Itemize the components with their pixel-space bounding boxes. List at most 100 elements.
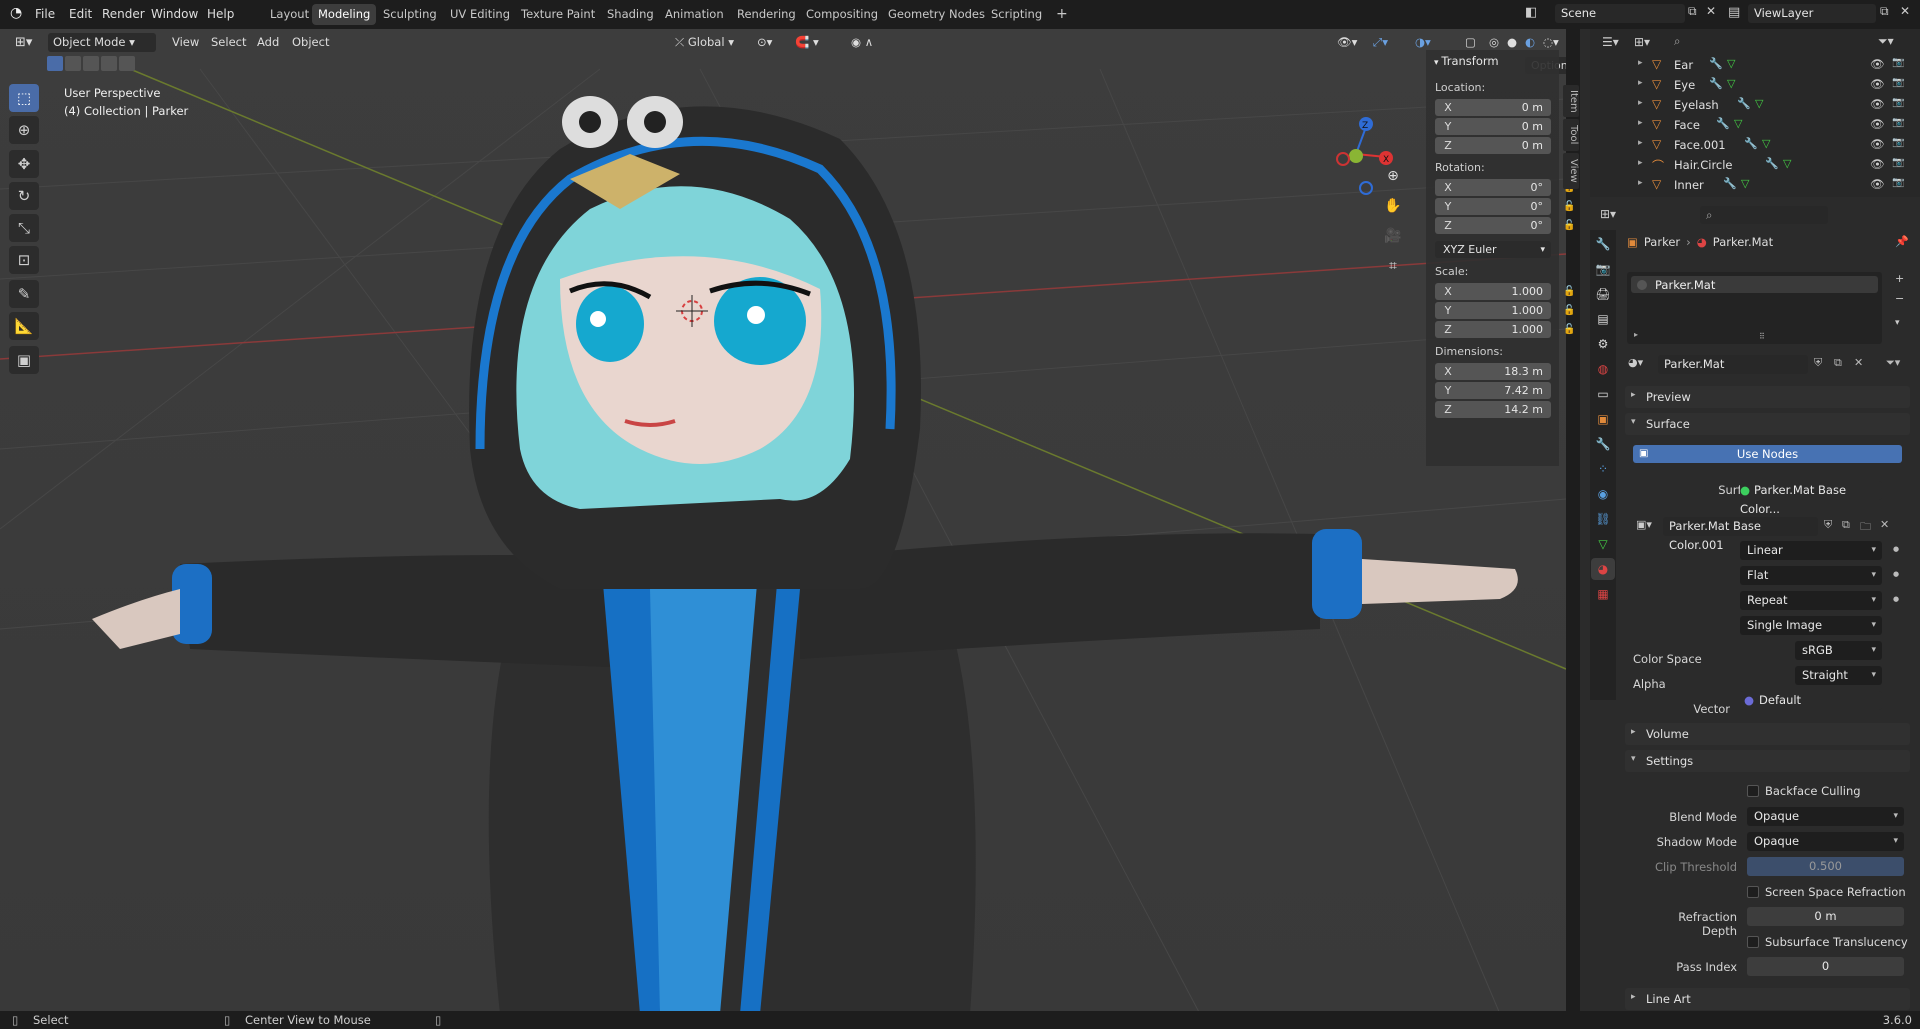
scene-icon[interactable]: ◧ [1525, 5, 1537, 20]
visibility-eye-icon[interactable]: 👁 [1870, 137, 1885, 151]
render-camera-icon[interactable]: 📷 [1892, 177, 1904, 188]
modifier-props-tab-icon[interactable]: 🔧 [1591, 433, 1615, 455]
mode-dropdown[interactable]: Object Mode ▾ [48, 33, 156, 52]
pivot-icon[interactable]: ⊙▾ [752, 33, 777, 52]
display-mode-icon[interactable]: ⊞▾ [1634, 35, 1650, 49]
render-camera-icon[interactable]: 📷 [1892, 97, 1904, 108]
visibility-icon[interactable]: 👁▾ [1332, 33, 1362, 52]
surface-link-field[interactable]: ● Parker.Mat Base Color... [1740, 481, 1882, 516]
measure-tool-icon[interactable]: 📐 [9, 312, 39, 340]
tab-animation[interactable]: Animation [659, 4, 730, 25]
refraction-depth-field[interactable]: 0 m [1747, 907, 1904, 926]
scale-tool-icon[interactable]: ⤡ [9, 214, 39, 242]
particles-props-tab-icon[interactable]: ⁘ [1591, 458, 1615, 480]
expand-triangle-icon[interactable]: ▸ [1638, 78, 1643, 88]
visibility-eye-icon[interactable]: 👁 [1870, 177, 1885, 191]
pass-index-field[interactable]: 0 [1747, 957, 1904, 976]
browse-material-icon[interactable]: ◕▾ [1628, 356, 1643, 369]
fake-user-icon[interactable]: ⛨ [1814, 356, 1822, 370]
resize-handle-icon[interactable]: ⠿ [1759, 332, 1765, 341]
tab-tool[interactable]: Tool [1563, 119, 1579, 151]
orientation-dropdown[interactable]: ⤫ Global ▾ [670, 33, 739, 52]
section-settings[interactable]: ▾ Settings [1625, 750, 1910, 772]
camera-icon[interactable]: 🎥 [1381, 228, 1405, 252]
snap-icon[interactable]: 🧲 ▾ [790, 33, 824, 52]
texture-props-tab-icon[interactable]: ▦ [1591, 583, 1615, 605]
rotate-tool-icon[interactable]: ↻ [9, 182, 39, 210]
menu-window[interactable]: Window [151, 7, 198, 21]
interpolation-dropdown[interactable]: Linear ▾ [1740, 541, 1882, 560]
visibility-eye-icon[interactable]: 👁 [1870, 117, 1885, 131]
keyframe-dot-icon[interactable]: ● [1893, 595, 1899, 603]
tab-texture-paint[interactable]: Texture Paint [515, 4, 601, 25]
visibility-eye-icon[interactable]: 👁 [1870, 57, 1885, 71]
ssr-checkbox[interactable] [1747, 886, 1759, 898]
outliner-search-input[interactable]: ⌕ [1668, 32, 1858, 50]
section-preview[interactable]: ▸ Preview [1625, 386, 1910, 408]
scene-delete-icon[interactable]: ✕ [1706, 4, 1716, 18]
expand-triangle-icon[interactable]: ▸ [1638, 178, 1643, 188]
visibility-eye-icon[interactable]: 👁 [1870, 157, 1885, 171]
menu-object[interactable]: Object [287, 33, 334, 52]
outliner-item[interactable]: ▸ ▽ Face 🔧 ▽ 👁 📷 [1630, 115, 1920, 135]
location-z-field[interactable]: Z0 m🔓 [1435, 137, 1575, 154]
properties-search-input[interactable]: ⌕ [1700, 206, 1828, 224]
pan-hand-icon[interactable]: ✋ [1381, 198, 1405, 222]
outliner-item[interactable]: ▸ ⌒ Hair.Circle 🔧 ▽ 👁 📷 [1630, 155, 1920, 175]
section-surface[interactable]: ▾ Surface [1625, 413, 1910, 435]
add-workspace-button[interactable]: + [1050, 4, 1074, 25]
slot-specials-icon[interactable]: ▾ [1895, 318, 1900, 328]
view-layer-field[interactable]: ViewLayer [1748, 4, 1876, 23]
scene-new-icon[interactable]: ⧉ [1688, 4, 1697, 19]
location-y-field[interactable]: Y0 m🔓 [1435, 118, 1575, 135]
blend-mode-dropdown[interactable]: Opaque ▾ [1747, 807, 1904, 826]
select-invert-icon[interactable] [101, 56, 117, 71]
rotation-y-field[interactable]: Y 0° 🔓 [1435, 198, 1575, 215]
tab-modeling[interactable]: Modeling [312, 4, 377, 25]
node-link-icon[interactable]: ⏷▾ [1886, 356, 1900, 370]
image-fake-user-icon[interactable]: ⛨ [1824, 518, 1832, 532]
extension-dropdown[interactable]: Repeat ▾ [1740, 591, 1882, 610]
select-new-icon[interactable] [47, 56, 63, 71]
proportional-edit-icon[interactable]: ◉ ∧ [846, 33, 878, 52]
menu-file[interactable]: File [35, 7, 55, 21]
tab-compositing[interactable]: Compositing [800, 4, 884, 25]
outliner-item[interactable]: ▸ ▽ Eyelash 🔧 ▽ 👁 📷 [1630, 95, 1920, 115]
material-name-field[interactable]: Parker.Mat [1658, 355, 1808, 374]
outliner-item[interactable]: ▸ ▽ Face.001 🔧 ▽ 👁 📷 [1630, 135, 1920, 155]
image-browse-icon[interactable]: ▣▾ [1636, 518, 1652, 531]
grid-ortho-icon[interactable]: ⌗ [1381, 258, 1405, 282]
material-slot-row[interactable]: Parker.Mat [1631, 276, 1878, 293]
view-layer-delete-icon[interactable]: ✕ [1900, 4, 1910, 18]
outliner-item[interactable]: ▸ ▽ Eye 🔧 ▽ 👁 📷 [1630, 75, 1920, 95]
render-camera-icon[interactable]: 📷 [1892, 157, 1904, 168]
menu-add[interactable]: Add [252, 33, 284, 52]
expand-triangle-icon[interactable]: ▸ [1638, 58, 1643, 68]
view-layer-props-tab-icon[interactable]: ▤ [1591, 308, 1615, 330]
lock-icon[interactable]: 🔓 [1563, 286, 1575, 297]
editor-type-icon[interactable]: ⊞▾ [10, 33, 37, 52]
keyframe-dot-icon[interactable]: ● [1893, 570, 1899, 578]
expand-triangle-icon[interactable]: ▸ [1634, 330, 1638, 339]
tab-view[interactable]: View [1563, 153, 1579, 189]
dimensions-x-field[interactable]: X 18.3 m [1435, 363, 1551, 380]
remove-slot-icon[interactable]: − [1895, 292, 1904, 305]
menu-select[interactable]: Select [206, 33, 251, 52]
transform-header[interactable]: ▾ Transform [1426, 50, 1559, 72]
tab-shading[interactable]: Shading [601, 4, 660, 25]
keyframe-dot-icon[interactable]: ● [1893, 545, 1899, 553]
blender-logo-icon[interactable]: ◔ [10, 5, 22, 21]
section-line-art[interactable]: ▸ Line Art [1625, 988, 1910, 1010]
properties-editor-icon[interactable]: ⊞▾ [1600, 207, 1616, 221]
filter-icon[interactable]: ⏷▾ [1878, 34, 1894, 49]
physics-props-tab-icon[interactable]: ◉ [1591, 483, 1615, 505]
move-tool-icon[interactable]: ✥ [9, 150, 39, 178]
clip-threshold-slider[interactable]: 0.500 [1747, 857, 1904, 876]
zoom-icon[interactable]: ⊕ [1381, 168, 1405, 192]
render-props-tab-icon[interactable]: 📷 [1591, 258, 1615, 280]
rotation-x-field[interactable]: X0°🔓 [1435, 179, 1575, 196]
section-volume[interactable]: ▸ Volume [1625, 723, 1910, 745]
scale-y-field[interactable]: Y 1.000 🔓 [1435, 302, 1575, 319]
lock-icon[interactable]: 🔓 [1563, 324, 1575, 335]
add-slot-icon[interactable]: + [1895, 272, 1904, 285]
